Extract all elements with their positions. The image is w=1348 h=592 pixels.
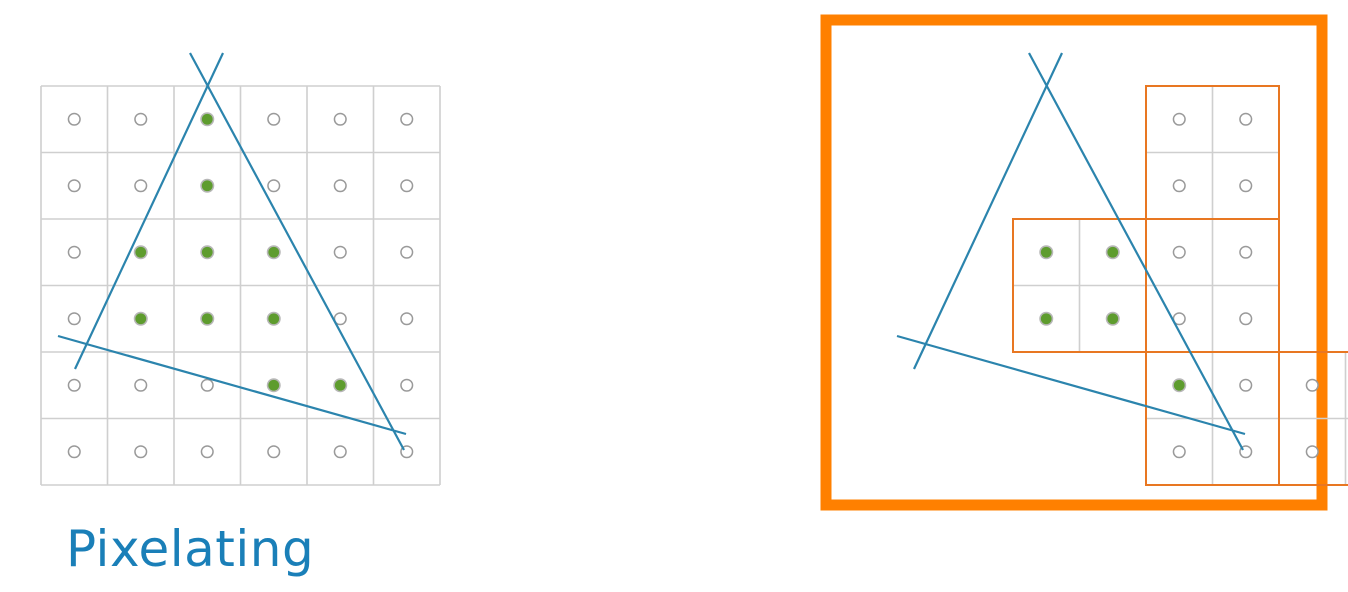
sample-point-covered [200,112,215,127]
sample-point [67,112,81,126]
sample-point [400,179,414,193]
sample-point-covered [133,245,148,260]
sample-point [1305,445,1319,459]
sample-point [400,378,414,392]
sample-point [67,245,81,259]
sample-point [1239,245,1253,259]
left-panel [40,52,441,486]
sample-point [67,378,81,392]
sample-point-covered [200,311,215,326]
sample-point [400,112,414,126]
sample-point-covered [1039,311,1054,326]
sample-point-covered [266,378,281,393]
triangle-edge-left [74,52,224,370]
sample-point [333,245,347,259]
sample-point-covered [333,378,348,393]
triangle-edge-right [189,52,405,451]
sample-point-covered [266,311,281,326]
triangle-edge-bottom [896,334,1246,436]
sample-point-covered [200,245,215,260]
caption-pixelating: Pixelating [66,520,315,578]
right-panel [820,14,1348,511]
sample-point [134,445,148,459]
sample-point [1239,179,1253,193]
sample-point-covered [1039,245,1054,260]
sample-point [134,378,148,392]
sample-point [333,112,347,126]
sample-point [134,179,148,193]
sample-point [67,179,81,193]
diagram-canvas: Pixelating [0,0,1348,592]
sample-point [1239,312,1253,326]
sample-point [1239,112,1253,126]
sample-point-covered [1172,378,1187,393]
triangle-edge-right [1028,52,1244,451]
sample-point [1305,378,1319,392]
selection-frame [820,14,1328,511]
sample-point [1172,179,1186,193]
sample-point-covered [1105,311,1120,326]
sample-point [1239,378,1253,392]
sample-point [400,245,414,259]
sample-point [67,312,81,326]
sample-point [267,179,281,193]
sample-point [134,112,148,126]
sample-point [1172,245,1186,259]
sample-point [67,445,81,459]
sample-point [1172,445,1186,459]
sample-point-covered [200,178,215,193]
sample-point [400,312,414,326]
triangle-edge-left [913,52,1063,370]
sample-point-covered [266,245,281,260]
sample-point [200,445,214,459]
sample-point [267,112,281,126]
pixelating-diagram [40,14,1348,511]
sample-point-covered [1105,245,1120,260]
sample-point [200,378,214,392]
sample-point [333,179,347,193]
sample-point [267,445,281,459]
sample-point [1172,112,1186,126]
sample-point [333,445,347,459]
sample-point-covered [133,311,148,326]
